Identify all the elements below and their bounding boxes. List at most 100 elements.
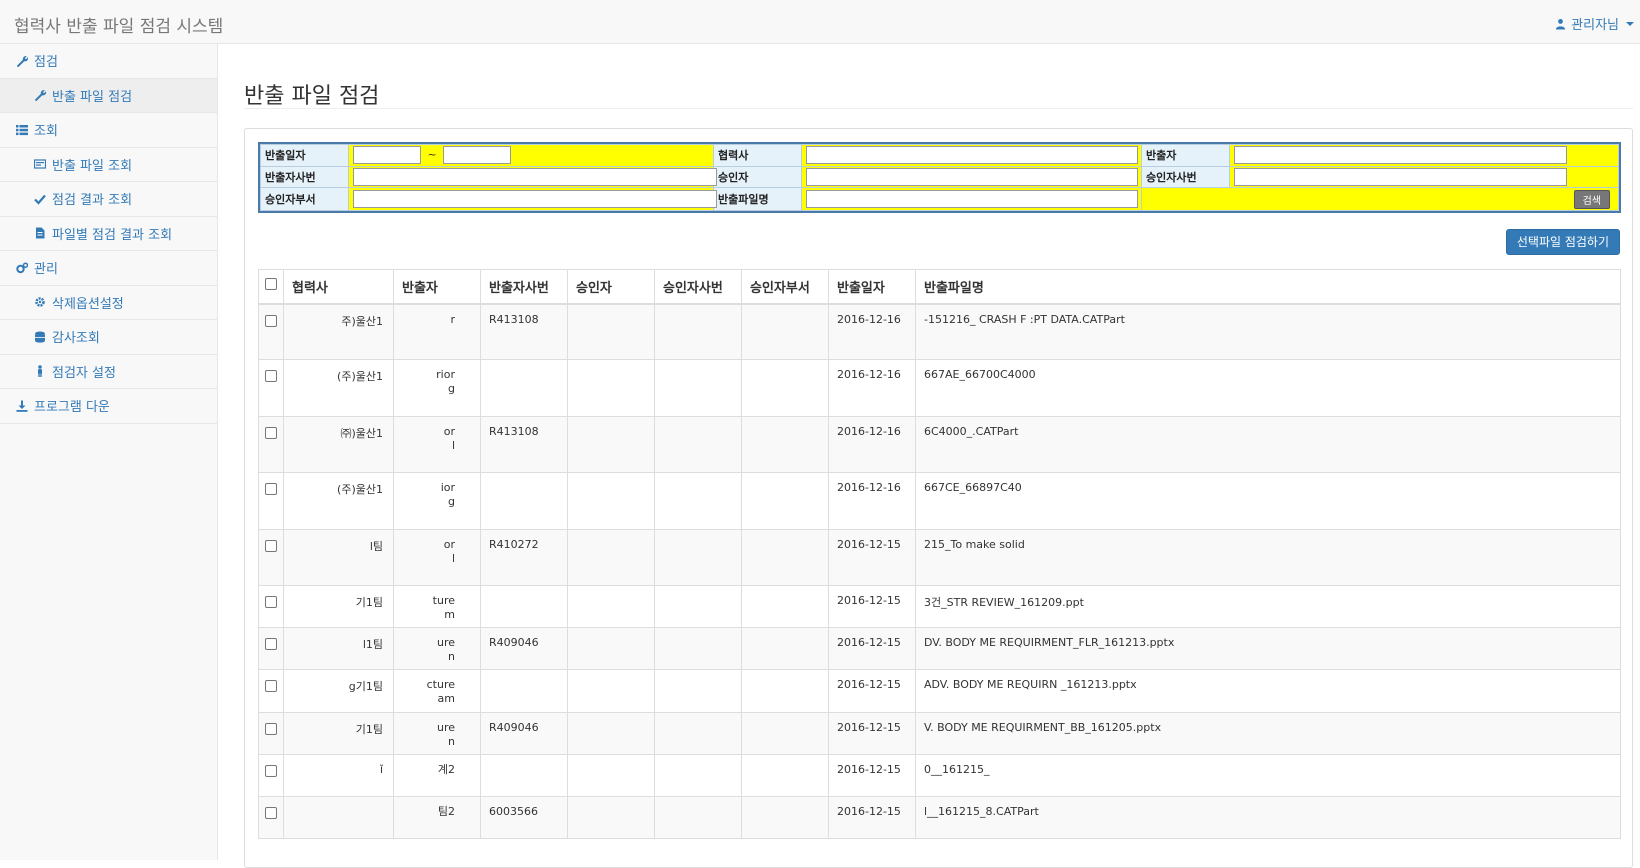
row-checkbox[interactable] <box>265 723 277 735</box>
approver-id-label: 승인자사번 <box>1141 165 1230 189</box>
row-checkbox[interactable] <box>265 427 277 439</box>
column-header-approver[interactable]: 승인자 <box>567 269 655 305</box>
cell-approver <box>567 529 655 586</box>
cell-sender: 팀2 <box>393 796 481 839</box>
cell-sender-id: R413108 <box>480 416 568 473</box>
row-checkbox[interactable] <box>265 638 277 650</box>
approver-label: 승인자 <box>713 165 802 189</box>
cell-file: 0__161215_ <box>915 754 1621 797</box>
table-row[interactable]: (주)울산1 rior g 2016-12-16 667AE_66700C4000 <box>258 359 1621 417</box>
sender-id-label: 반출자사번 <box>260 165 349 189</box>
row-checkbox[interactable] <box>265 314 277 327</box>
column-header-vendor[interactable]: 협력사 <box>283 269 394 305</box>
app-brand[interactable]: 협력사 반출 파일 점검 시스템 <box>14 12 223 37</box>
database-icon <box>35 331 45 343</box>
main-content: 반출 파일 점검 반출일자 ~ 협력사 반출자 반출자사번 승인자 승인자사번 … <box>219 44 1640 868</box>
cell-approver-id <box>654 669 742 713</box>
cell-approver-dept <box>741 359 829 417</box>
row-checkbox[interactable] <box>265 370 277 382</box>
column-header-approver-dept[interactable]: 승인자부서 <box>741 269 829 305</box>
cell-sender-id: R410272 <box>480 529 568 586</box>
table-row[interactable]: (주)울산1 ior g 2016-12-16 667CE_66897C40 <box>258 472 1621 530</box>
sidebar-item-4[interactable]: 점검 결과 조회 <box>0 182 217 217</box>
row-select-cell <box>258 627 284 670</box>
table-row[interactable]: g기1팀 cture am 2016-12-15 ADV. BODY ME REQUIR… <box>258 669 1621 713</box>
page-title: 반출 파일 점검 <box>244 84 380 109</box>
cell-approver-dept <box>741 627 829 670</box>
sidebar-item-9[interactable]: 점검자 설정 <box>0 355 217 389</box>
search-button[interactable]: 검색 <box>1573 189 1610 209</box>
cell-approver <box>567 359 655 417</box>
table-row[interactable]: 팀2 6003566 2016-12-15 l__161215_8.CATPart <box>258 796 1621 839</box>
approver-id-input[interactable] <box>1234 167 1567 186</box>
wrench-icon <box>17 55 28 67</box>
cell-approver <box>567 472 655 530</box>
sidebar-item-1[interactable]: 반출 파일 점검 <box>0 78 217 113</box>
cell-vendor: l1팀 <box>283 627 394 670</box>
cell-sender: ture m <box>393 585 481 628</box>
date-to-input[interactable] <box>443 146 512 165</box>
sidebar-item-3[interactable]: 반출 파일 조회 <box>0 148 217 182</box>
vendor-input[interactable] <box>806 146 1138 165</box>
sender-label: 반출자 <box>1141 144 1230 167</box>
top-navbar: 협력사 반출 파일 점검 시스템 관리자님 <box>0 0 1640 44</box>
table-row[interactable]: l1팀 ure n R409046 2016-12-15 DV. BODY ME REQU… <box>258 627 1621 670</box>
sidebar-item-0[interactable]: 점검 <box>0 44 217 79</box>
table-row[interactable]: 기1팀 ture m 2016-12-15 3건_STR REVIEW_161209.p… <box>258 585 1621 628</box>
row-checkbox[interactable] <box>265 483 277 495</box>
cell-approver <box>567 627 655 670</box>
date-from-input[interactable] <box>353 146 421 165</box>
sidebar-item-2[interactable]: 조회 <box>0 113 217 148</box>
sidebar-item-8[interactable]: 감사조회 <box>0 320 217 355</box>
sidebar-item-label: 반출 파일 조회 <box>52 158 133 174</box>
column-header-date[interactable]: 반출일자 <box>828 269 916 305</box>
sender-id-input[interactable] <box>353 167 717 186</box>
table-row[interactable]: ǐ 계2 2016-12-15 0__161215_ <box>258 754 1621 797</box>
row-select-cell <box>258 669 284 713</box>
sender-input[interactable] <box>1234 146 1567 165</box>
approver-dept-input[interactable] <box>353 190 717 209</box>
cell-date: 2016-12-15 <box>828 754 916 797</box>
approver-input[interactable] <box>806 167 1138 186</box>
cell-approver <box>567 796 655 839</box>
file-icon <box>36 227 45 239</box>
row-checkbox[interactable] <box>265 807 277 819</box>
person-icon <box>38 365 42 378</box>
cell-approver-dept <box>741 585 829 628</box>
column-header-sender-id[interactable]: 반출자사번 <box>480 269 568 305</box>
table-row[interactable]: 기1팀 ure n R409046 2016-12-15 V. BODY ME REQUI… <box>258 712 1621 755</box>
column-header-sender[interactable]: 반출자 <box>393 269 481 305</box>
sidebar-item-label: 파일별 점검 결과 조회 <box>52 227 173 243</box>
sidebar: 점검반출 파일 점검 조회반출 파일 조회점검 결과 조회파일별 점검 결과 조회… <box>0 44 218 860</box>
cell-date: 2016-12-16 <box>828 359 916 417</box>
select-all-checkbox[interactable] <box>265 278 277 291</box>
table-row[interactable]: 주)울산1 r R413108 2016-12-16 -151216_ CRASH F … <box>258 303 1621 360</box>
sidebar-item-7[interactable]: 삭제옵션설정 <box>0 286 217 320</box>
cell-sender-id <box>480 585 568 628</box>
table-row[interactable]: l팀 or l R410272 2016-12-15 215_To make solid <box>258 529 1621 586</box>
row-checkbox[interactable] <box>265 596 277 608</box>
sidebar-item-label: 점검 <box>34 55 58 71</box>
cell-date: 2016-12-15 <box>828 529 916 586</box>
row-checkbox[interactable] <box>265 765 277 777</box>
column-header-approver-id[interactable]: 승인자사번 <box>654 269 742 305</box>
sidebar-item-label: 감사조회 <box>52 331 100 347</box>
cell-vendor: (주)울산1 <box>283 359 394 417</box>
cell-sender: r <box>393 303 481 360</box>
table-row[interactable]: ㈜)울산1 or l R413108 2016-12-16 6C4000_.CATPart <box>258 416 1621 473</box>
cell-file: 6C4000_.CATPart <box>915 416 1621 473</box>
cell-approver <box>567 712 655 755</box>
filename-input[interactable] <box>806 190 1138 209</box>
user-menu[interactable]: 관리자님 <box>1555 14 1634 33</box>
cell-date: 2016-12-15 <box>828 712 916 755</box>
gear-icon <box>35 297 45 307</box>
cell-approver-dept <box>741 416 829 473</box>
row-checkbox[interactable] <box>265 680 277 692</box>
row-checkbox[interactable] <box>265 540 277 552</box>
sidebar-item-6[interactable]: 관리 <box>0 251 217 286</box>
column-header-filename[interactable]: 반출파일명 <box>915 269 1621 305</box>
sidebar-item-5[interactable]: 파일별 점검 결과 조회 <box>0 217 217 251</box>
sidebar-item-10[interactable]: 프로그램 다운 <box>0 389 217 424</box>
check-selected-files-button[interactable]: 선택파일 점검하기 <box>1505 229 1620 255</box>
cell-approver-id <box>654 712 742 755</box>
